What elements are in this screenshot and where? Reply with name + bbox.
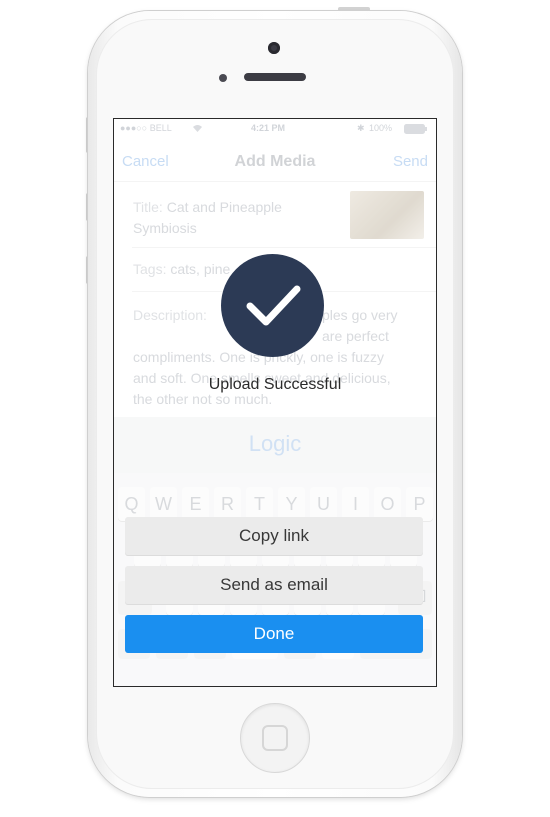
copy-link-button[interactable]: Copy link — [125, 517, 423, 555]
checkmark-icon — [246, 285, 301, 326]
done-button[interactable]: Done — [125, 615, 423, 653]
upload-success-message: Upload Successful — [208, 376, 342, 393]
home-button-square — [262, 725, 288, 751]
send-as-email-button[interactable]: Send as email — [125, 566, 423, 604]
proximity-sensor — [219, 74, 227, 82]
success-badge — [221, 254, 324, 357]
screen: ●●●○○ BELL 4:21 PM ✱ 100% Add Media Canc… — [113, 118, 437, 687]
earpiece-speaker — [244, 73, 306, 81]
front-camera — [268, 42, 280, 54]
